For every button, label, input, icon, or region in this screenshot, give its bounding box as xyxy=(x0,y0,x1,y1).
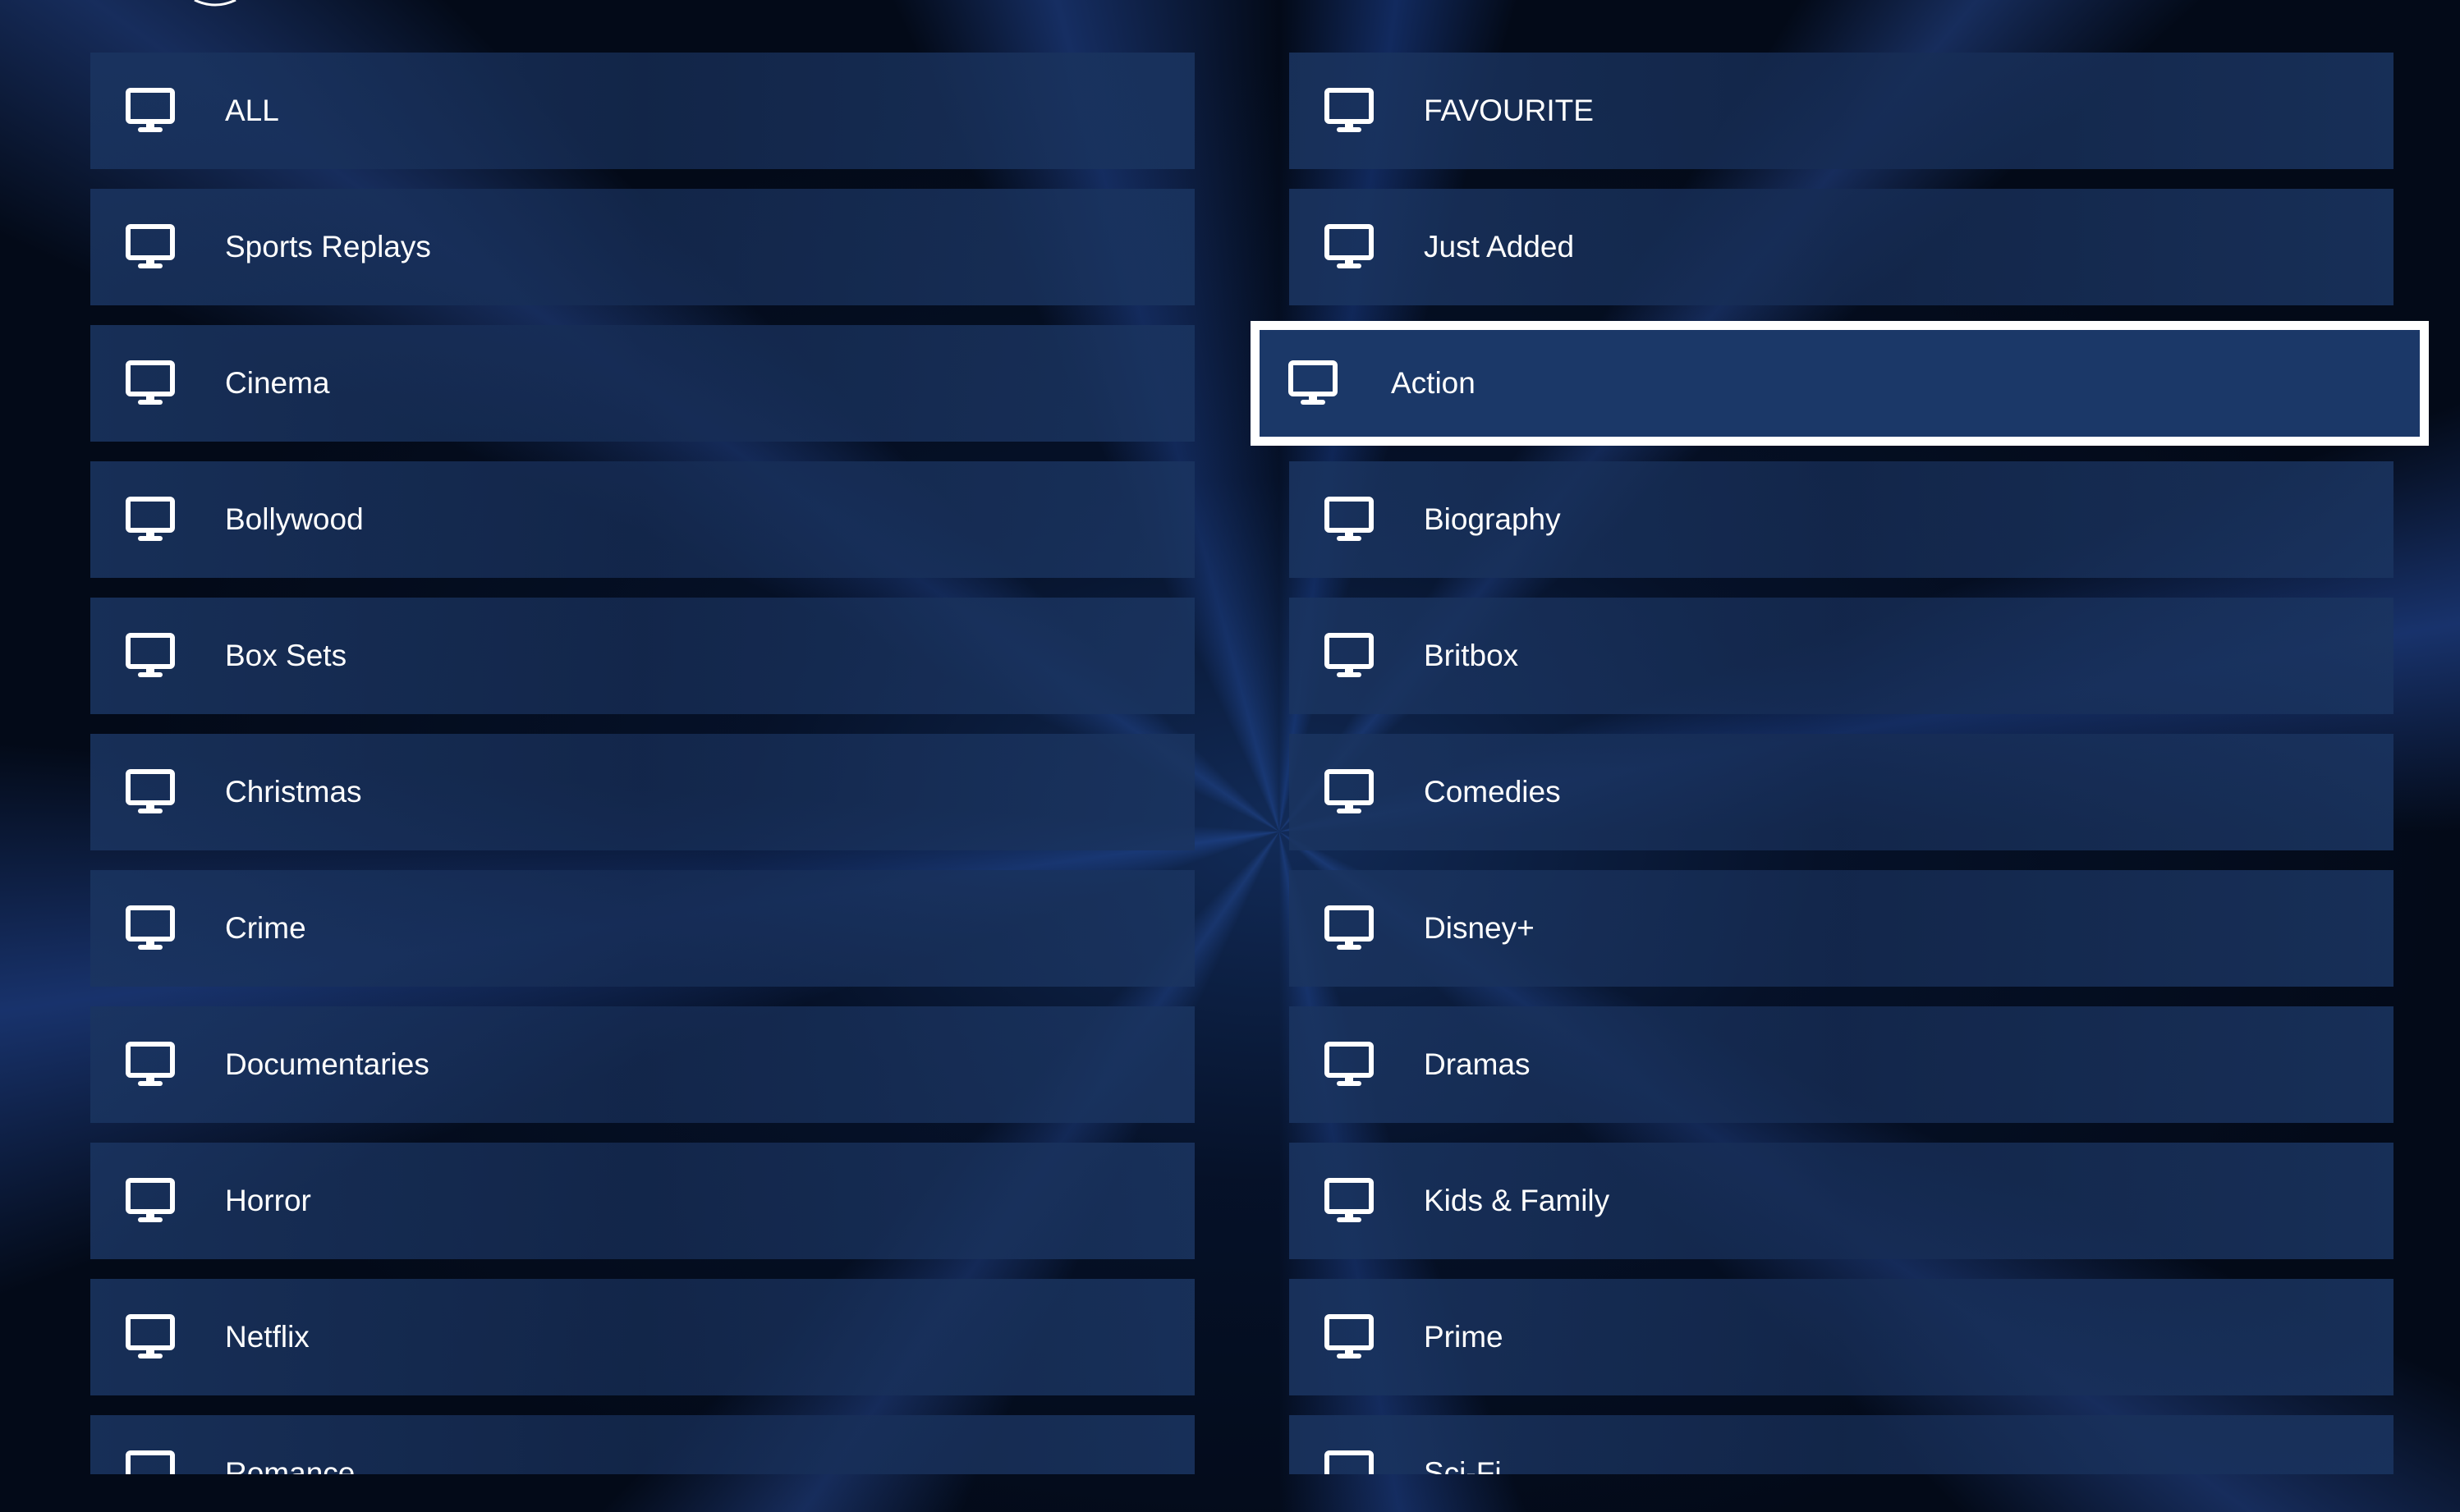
monitor-icon xyxy=(1324,222,1375,273)
category-tile-just-added[interactable]: Just Added xyxy=(1289,189,2393,305)
category-tile-comedies[interactable]: Comedies xyxy=(1289,734,2393,850)
category-label: Kids & Family xyxy=(1424,1184,1610,1217)
category-screen: ALL Sports Replays Cinema Bollywood Box … xyxy=(0,0,2460,1512)
category-label: Sports Replays xyxy=(225,230,431,263)
category-tile-biography[interactable]: Biography xyxy=(1289,461,2393,578)
category-label: Disney+ xyxy=(1424,911,1535,945)
category-tile-favourite[interactable]: FAVOURITE xyxy=(1289,53,2393,169)
category-tile-disney-plus[interactable]: Disney+ xyxy=(1289,870,2393,987)
category-label: FAVOURITE xyxy=(1424,94,1594,127)
category-tile-bollywood[interactable]: Bollywood xyxy=(90,461,1195,578)
category-tile-sci-fi[interactable]: Sci-Fi xyxy=(1289,1415,2393,1474)
monitor-icon xyxy=(125,1039,176,1090)
monitor-icon xyxy=(1324,85,1375,136)
monitor-icon xyxy=(1324,494,1375,545)
category-tile-action[interactable]: Action xyxy=(1251,321,2429,446)
monitor-icon xyxy=(1324,1448,1375,1474)
category-label: Documentaries xyxy=(225,1047,429,1081)
category-tile-all[interactable]: ALL xyxy=(90,53,1195,169)
category-tile-kids-family[interactable]: Kids & Family xyxy=(1289,1143,2393,1259)
monitor-icon xyxy=(1324,630,1375,681)
category-label: Bollywood xyxy=(225,502,364,536)
category-label: Crime xyxy=(225,911,306,945)
category-label: Christmas xyxy=(225,775,362,809)
category-tile-horror[interactable]: Horror xyxy=(90,1143,1195,1259)
monitor-icon xyxy=(125,85,176,136)
monitor-icon xyxy=(125,494,176,545)
category-label: ALL xyxy=(225,94,279,127)
category-label: Sci-Fi xyxy=(1424,1456,1502,1474)
category-tile-cinema[interactable]: Cinema xyxy=(90,325,1195,442)
category-tile-prime[interactable]: Prime xyxy=(1289,1279,2393,1395)
category-tile-dramas[interactable]: Dramas xyxy=(1289,1006,2393,1123)
monitor-icon xyxy=(1287,358,1338,409)
category-tile-sports-replays[interactable]: Sports Replays xyxy=(90,189,1195,305)
category-tile-netflix[interactable]: Netflix xyxy=(90,1279,1195,1395)
category-tile-documentaries[interactable]: Documentaries xyxy=(90,1006,1195,1123)
monitor-icon xyxy=(1324,1312,1375,1363)
category-label: Britbox xyxy=(1424,639,1519,672)
monitor-icon xyxy=(125,1175,176,1226)
category-label: Horror xyxy=(225,1184,311,1217)
category-tile-britbox[interactable]: Britbox xyxy=(1289,598,2393,714)
monitor-icon xyxy=(125,358,176,409)
monitor-icon xyxy=(1324,767,1375,818)
category-tile-romance[interactable]: Romance xyxy=(90,1415,1195,1474)
monitor-icon xyxy=(125,903,176,954)
category-label: Box Sets xyxy=(225,639,347,672)
category-label: Cinema xyxy=(225,366,330,400)
monitor-icon xyxy=(1324,1039,1375,1090)
category-label: Netflix xyxy=(225,1320,310,1354)
category-tile-box-sets[interactable]: Box Sets xyxy=(90,598,1195,714)
category-tile-crime[interactable]: Crime xyxy=(90,870,1195,987)
monitor-icon xyxy=(125,222,176,273)
monitor-icon xyxy=(125,767,176,818)
category-grid: ALL Sports Replays Cinema Bollywood Box … xyxy=(0,0,2460,1474)
monitor-icon xyxy=(125,1312,176,1363)
category-label: Action xyxy=(1391,366,1476,400)
category-tile-christmas[interactable]: Christmas xyxy=(90,734,1195,850)
category-label: Prime xyxy=(1424,1320,1503,1354)
monitor-icon xyxy=(1324,1175,1375,1226)
monitor-icon xyxy=(1324,903,1375,954)
category-label: Just Added xyxy=(1424,230,1575,263)
category-label: Comedies xyxy=(1424,775,1561,809)
category-label: Dramas xyxy=(1424,1047,1531,1081)
monitor-icon xyxy=(125,1448,176,1474)
category-label: Romance xyxy=(225,1456,356,1474)
monitor-icon xyxy=(125,630,176,681)
category-label: Biography xyxy=(1424,502,1561,536)
